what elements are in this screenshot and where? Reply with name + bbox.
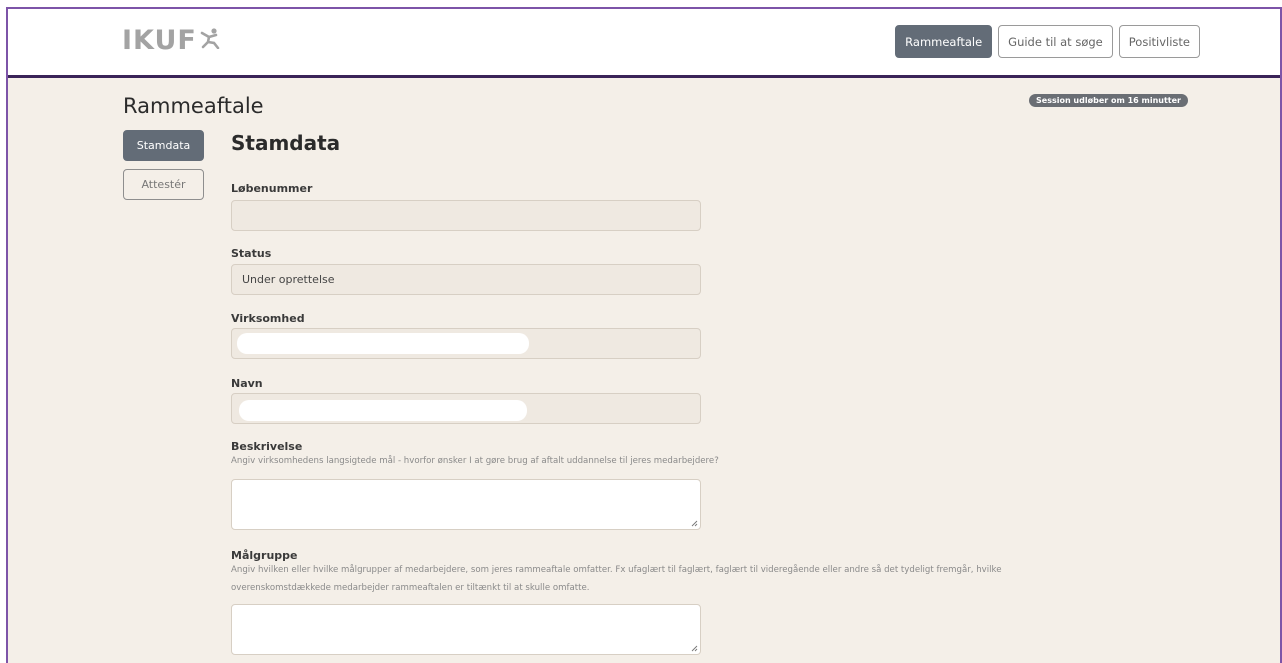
malgruppe-textarea[interactable]: [231, 604, 701, 655]
browser-frame: IKUF Rammeaftale Guide til at søge Posit…: [6, 7, 1282, 663]
sidebar-item-attester[interactable]: Attestér: [123, 169, 204, 200]
beskrivelse-help-text: Angiv virksomhedens langsigtede mål - hv…: [231, 456, 719, 466]
top-navbar: IKUF Rammeaftale Guide til at søge Posit…: [8, 9, 1280, 78]
malgruppe-label: Målgruppe: [231, 549, 298, 562]
status-field[interactable]: Under oprettelse: [231, 264, 701, 295]
nav-positivliste-button[interactable]: Positivliste: [1118, 25, 1200, 58]
session-badge: Session udløber om 16 minutter: [1029, 94, 1188, 107]
beskrivelse-textarea[interactable]: [231, 479, 701, 530]
page-title: Rammeaftale: [123, 94, 264, 118]
main-content: Rammeaftale Session udløber om 16 minutt…: [8, 78, 1280, 663]
resize-handle-icon[interactable]: [691, 645, 698, 652]
logo-text: IKUF: [122, 25, 197, 56]
virksomhed-label: Virksomhed: [231, 312, 305, 325]
resize-handle-icon[interactable]: [691, 520, 698, 527]
status-label: Status: [231, 247, 272, 260]
navn-label: Navn: [231, 377, 263, 390]
main-nav: Rammeaftale Guide til at søge Positivlis…: [895, 25, 1200, 58]
person-figure-icon: [199, 25, 221, 56]
malgruppe-help-text-line1: Angiv hvilken eller hvilke målgrupper af…: [231, 565, 1002, 575]
redaction-bar: [239, 400, 527, 421]
lobenummer-label: Løbenummer: [231, 182, 313, 195]
sidebar-item-stamdata[interactable]: Stamdata: [123, 130, 204, 161]
nav-guide-button[interactable]: Guide til at søge: [998, 25, 1113, 58]
lobenummer-field[interactable]: [231, 200, 701, 231]
redaction-bar: [237, 333, 529, 354]
malgruppe-help-text-line2: overenskomstdækkede medarbejder rammeaft…: [231, 583, 590, 593]
ikuf-logo[interactable]: IKUF: [122, 25, 221, 56]
beskrivelse-label: Beskrivelse: [231, 440, 303, 453]
section-title: Stamdata: [231, 131, 341, 155]
nav-rammeaftale-button[interactable]: Rammeaftale: [895, 25, 993, 58]
